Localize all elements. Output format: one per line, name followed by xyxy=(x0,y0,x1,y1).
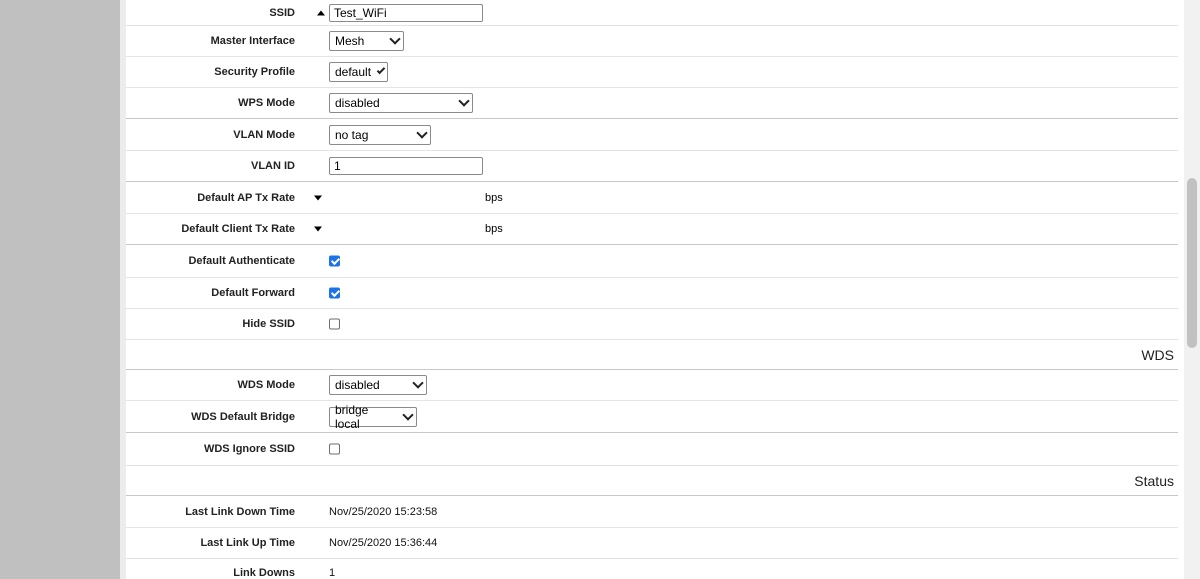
wds-mode-select[interactable]: disabled xyxy=(329,375,427,395)
row-default-authenticate: Default Authenticate xyxy=(126,245,1178,278)
wds-default-bridge-select[interactable]: bridge local xyxy=(329,403,417,431)
row-vlan-id: VLAN ID xyxy=(126,151,1178,182)
row-security-profile: Security Profile default xyxy=(126,57,1178,88)
status-section-title: Status xyxy=(1134,472,1174,489)
wps-mode-label: WPS Mode xyxy=(238,97,295,109)
row-last-link-up-time: Last Link Up Time Nov/25/2020 15:36:44 xyxy=(126,528,1178,559)
ssid-label: SSID xyxy=(269,6,295,19)
master-interface-value: Mesh xyxy=(335,34,365,48)
master-interface-select[interactable]: Mesh xyxy=(329,31,404,51)
vlan-id-label: VLAN ID xyxy=(251,160,295,172)
client-tx-rate-unit: bps xyxy=(485,223,503,235)
row-last-link-down-time: Last Link Down Time Nov/25/2020 15:23:58 xyxy=(126,496,1178,528)
default-forward-label: Default Forward xyxy=(211,287,295,299)
row-wds-mode: WDS Mode disabled xyxy=(126,370,1178,401)
wds-default-bridge-label: WDS Default Bridge xyxy=(191,410,295,423)
row-master-interface: Master Interface Mesh xyxy=(126,26,1178,57)
wps-mode-value: disabled xyxy=(335,96,380,110)
default-forward-checkbox[interactable] xyxy=(329,287,340,299)
row-wds-ignore-ssid: WDS Ignore SSID xyxy=(126,433,1178,466)
chevron-down-icon xyxy=(412,377,424,389)
link-downs-value: 1 xyxy=(329,567,336,579)
default-authenticate-label: Default Authenticate xyxy=(188,255,295,267)
security-profile-label: Security Profile xyxy=(214,66,295,78)
hide-ssid-label: Hide SSID xyxy=(242,318,295,330)
vlan-id-input[interactable] xyxy=(329,157,483,175)
wds-default-bridge-value: bridge local xyxy=(335,402,369,431)
chevron-down-icon xyxy=(402,408,414,421)
vlan-mode-select[interactable]: no tag xyxy=(329,124,431,145)
triangle-down-icon[interactable] xyxy=(314,195,322,200)
default-client-tx-rate-label: Default Client Tx Rate xyxy=(181,223,295,235)
wds-ignore-ssid-checkbox[interactable] xyxy=(329,443,340,455)
security-profile-value: default xyxy=(335,65,372,79)
wds-ignore-ssid-label: WDS Ignore SSID xyxy=(203,443,295,455)
row-default-ap-tx-rate: Default AP Tx Rate bps xyxy=(126,182,1178,214)
last-link-up-time-label: Last Link Up Time xyxy=(200,537,295,549)
wps-mode-select[interactable]: disabled xyxy=(329,93,473,113)
vlan-mode-label: VLAN Mode xyxy=(233,128,295,141)
row-default-forward: Default Forward xyxy=(126,278,1178,309)
chevron-down-icon xyxy=(416,126,428,139)
row-link-downs: Link Downs 1 xyxy=(126,559,1178,579)
master-interface-label: Master Interface xyxy=(210,35,295,47)
row-default-client-tx-rate: Default Client Tx Rate bps xyxy=(126,214,1178,245)
triangle-up-icon[interactable] xyxy=(317,10,325,15)
last-link-down-time-value: Nov/25/2020 15:23:58 xyxy=(329,505,438,518)
chevron-down-icon xyxy=(376,65,386,75)
ssid-input[interactable] xyxy=(329,3,483,22)
security-profile-select[interactable]: default xyxy=(329,62,388,82)
row-vlan-mode: VLAN Mode no tag xyxy=(126,119,1178,151)
wds-section-header: WDS xyxy=(126,340,1178,370)
wds-section-title: WDS xyxy=(1141,346,1174,363)
wds-mode-label: WDS Mode xyxy=(237,379,295,391)
last-link-down-time-label: Last Link Down Time xyxy=(185,505,295,518)
row-hide-ssid: Hide SSID xyxy=(126,309,1178,340)
link-downs-label: Link Downs xyxy=(233,567,295,579)
row-wds-default-bridge: WDS Default Bridge bridge local xyxy=(126,401,1178,433)
wireless-interface-form: SSID Master Interface Mesh Security Prof… xyxy=(126,0,1178,579)
chevron-down-icon xyxy=(458,95,470,107)
left-navigation-panel xyxy=(0,0,120,579)
status-section-header: Status xyxy=(126,466,1178,496)
wds-mode-value: disabled xyxy=(335,378,380,392)
last-link-up-time-value: Nov/25/2020 15:36:44 xyxy=(329,537,438,549)
ap-tx-rate-unit: bps xyxy=(485,191,503,204)
vertical-scrollbar[interactable] xyxy=(1184,0,1200,579)
default-ap-tx-rate-label: Default AP Tx Rate xyxy=(197,191,295,204)
row-ssid: SSID xyxy=(126,0,1178,26)
chevron-down-icon xyxy=(389,33,401,45)
triangle-down-icon[interactable] xyxy=(314,226,322,232)
default-authenticate-checkbox[interactable] xyxy=(329,255,340,267)
vlan-mode-value: no tag xyxy=(335,127,369,142)
scrollbar-thumb[interactable] xyxy=(1187,178,1197,348)
hide-ssid-checkbox[interactable] xyxy=(329,318,340,330)
row-wps-mode: WPS Mode disabled xyxy=(126,88,1178,119)
